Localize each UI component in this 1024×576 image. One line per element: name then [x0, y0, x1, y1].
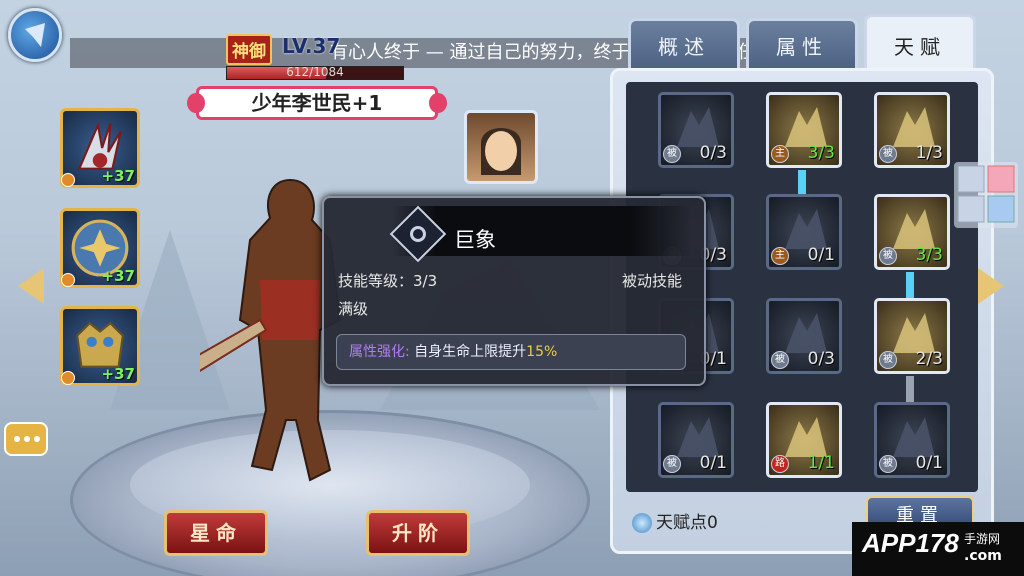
skill-max-label: 满级 [338, 300, 369, 318]
talent-type-tag: 被 [663, 145, 681, 163]
watermark-sub: 手游网 [964, 532, 1001, 546]
skill-level: 技能等级：3/3 [338, 272, 438, 290]
bonus-pct: 15% [526, 344, 558, 360]
talent-type-tag: 被 [879, 247, 897, 265]
chat-button[interactable] [4, 422, 48, 456]
talent-type-tag: 被 [879, 351, 897, 369]
quality-pip [61, 173, 75, 187]
talent-connector [906, 272, 914, 300]
talent-cell[interactable]: 被 2/3 [874, 298, 950, 374]
equip-slot-helmet[interactable]: +37 [60, 306, 140, 386]
title-badge: 神御 [226, 34, 272, 65]
talent-cell[interactable]: 被 3/3 [874, 194, 950, 270]
hp-bar: 612/1084 [226, 65, 404, 80]
equip-bonus: +37 [101, 365, 135, 383]
talent-points-label: 天赋点 [656, 513, 707, 533]
talent-points-value: 0 [707, 513, 718, 533]
back-arrow-icon [25, 23, 45, 47]
hp-text: 612/1084 [286, 65, 344, 79]
next-hero-arrow[interactable] [978, 268, 1004, 304]
mail-icon[interactable] [954, 162, 1018, 228]
equip-slot-armor[interactable]: +37 [60, 208, 140, 288]
hero-face-icon [481, 128, 521, 175]
talent-connector [906, 376, 914, 404]
tab-attributes[interactable]: 属性 [746, 18, 858, 74]
chat-dots-icon [14, 436, 20, 442]
side-toolbar [954, 162, 1018, 228]
game-scene: 有心人终于 — 通过自己的努力，终于完成了努力、任务！ 神御 LV.37 612… [0, 0, 1024, 576]
hero-portrait[interactable] [464, 110, 538, 184]
talent-count: 2/3 [915, 349, 943, 369]
talent-count: 3/3 [915, 245, 943, 265]
advance-button[interactable]: 升阶 [366, 510, 470, 556]
talent-type-tag: 路 [771, 455, 789, 473]
talent-cell[interactable]: 路 1/1 [766, 402, 842, 478]
talent-points: 天赋点0 [632, 508, 718, 533]
talent-type-tag: 被 [879, 455, 897, 473]
hero-name-plate: 少年李世民+1 [187, 86, 447, 120]
talent-count: 1/1 [807, 453, 835, 473]
prev-hero-arrow[interactable] [18, 268, 44, 304]
talent-cell[interactable]: 主 3/3 [766, 92, 842, 168]
talent-cell[interactable]: 被 0/3 [658, 92, 734, 168]
talent-type-tag: 主 [771, 145, 789, 163]
skill-type: 被动技能 [622, 272, 683, 290]
equip-bonus: +37 [101, 167, 135, 185]
watermark-logo: APP178 [862, 528, 959, 558]
talent-point-icon [632, 513, 652, 533]
back-button[interactable] [8, 8, 62, 62]
bonus-key: 属性强化: [349, 344, 410, 360]
talent-cell[interactable]: 主 0/1 [766, 194, 842, 270]
tab-talents[interactable]: 天赋 [864, 14, 976, 76]
talent-type-tag: 主 [771, 247, 789, 265]
hero-level: LV.37 [282, 34, 341, 58]
talent-type-tag: 被 [663, 455, 681, 473]
talent-cell[interactable]: 被 0/1 [874, 402, 950, 478]
talent-type-tag: 被 [879, 145, 897, 163]
equip-slot-weapon[interactable]: +37 [60, 108, 140, 188]
talent-type-tag: 被 [771, 351, 789, 369]
watermark-url: .com [964, 548, 1002, 564]
skill-name: 巨象 [454, 228, 496, 252]
quality-pip [61, 273, 75, 287]
talent-count: 0/1 [699, 453, 727, 473]
skill-bonus-box: 属性强化: 自身生命上限提升15% [336, 334, 686, 370]
talent-cell[interactable]: 被 0/1 [658, 402, 734, 478]
talent-count: 1/3 [915, 143, 943, 163]
quality-pip [61, 371, 75, 385]
talent-cell[interactable]: 被 0/3 [766, 298, 842, 374]
talent-cell[interactable]: 被 1/3 [874, 92, 950, 168]
hero-name: 少年李世民+1 [251, 91, 383, 115]
talent-count: 0/1 [915, 453, 943, 473]
talent-count: 3/3 [807, 143, 835, 163]
equip-bonus: +37 [101, 267, 135, 285]
talent-count: 0/1 [807, 245, 835, 265]
talent-count: 0/3 [807, 349, 835, 369]
bonus-text: 自身生命上限提升 [414, 344, 527, 360]
talent-connector [798, 170, 806, 196]
star-fate-button[interactable]: 星命 [164, 510, 268, 556]
tab-overview[interactable]: 概述 [628, 18, 740, 74]
talent-count: 0/3 [699, 143, 727, 163]
